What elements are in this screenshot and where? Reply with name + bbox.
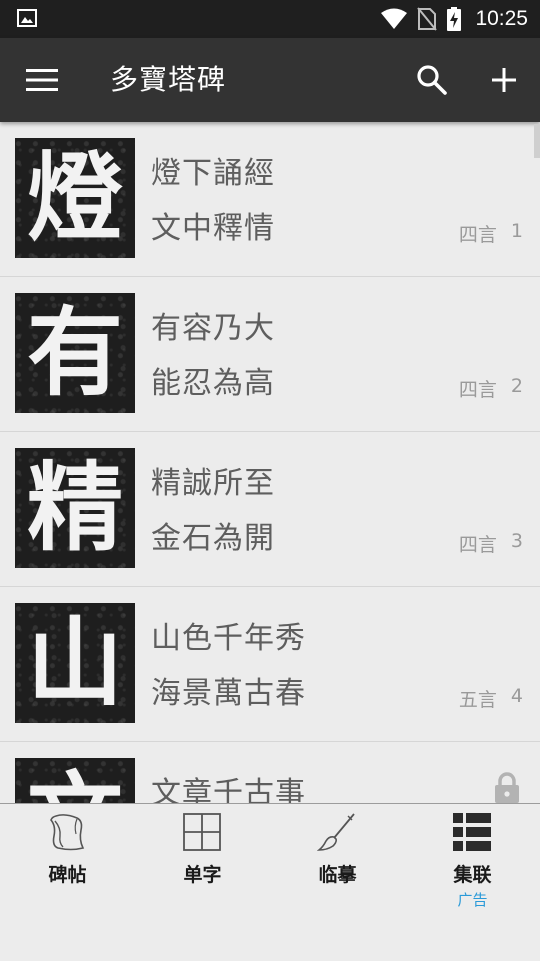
item-index: 4: [510, 685, 523, 707]
item-meta: 四言 1: [459, 220, 523, 247]
menu-icon[interactable]: [26, 67, 58, 93]
list-item[interactable]: 精 精誠所至 金石為開 四言 3: [0, 432, 540, 587]
couplet-line-2: 文中釋情: [151, 211, 275, 246]
couplet-line-1: 精誠所至: [151, 466, 275, 501]
brush-icon: [317, 813, 355, 851]
list-item-locked[interactable]: 文 文章千古事: [0, 742, 540, 804]
item-index: 2: [510, 375, 523, 397]
tab-label: 碑帖: [48, 864, 87, 886]
grid-icon: [183, 813, 221, 851]
calligraphy-thumbnail: 燈: [15, 138, 135, 258]
list-item[interactable]: 有 有容乃大 能忍為高 四言 2: [0, 277, 540, 432]
app-bar: 多寶塔碑: [0, 38, 540, 122]
thumbnail-glyph: 燈: [27, 141, 123, 254]
item-index: 3: [510, 530, 523, 552]
item-index: 1: [510, 220, 523, 242]
list-grid-icon: [453, 813, 491, 851]
list-item[interactable]: 山 山色千年秀 海景萬古春 五言 4: [0, 587, 540, 742]
couplet-line-1: 山色千年秀: [151, 621, 306, 656]
verse-type: 五言: [458, 689, 497, 711]
battery-charging-icon: [447, 7, 462, 31]
couplet-line-1: 燈下誦經: [151, 156, 275, 191]
calligraphy-thumbnail: 有: [15, 293, 135, 413]
couplet-line-1: 有容乃大: [151, 311, 275, 346]
couplet-line-2: 能忍為高: [151, 366, 275, 401]
calligraphy-thumbnail: 山: [15, 603, 135, 723]
tab-label: 单字: [183, 864, 222, 886]
wifi-icon: [381, 8, 408, 29]
ad-badge: 广告: [457, 891, 488, 909]
no-sim-icon: [417, 7, 438, 31]
calligraphy-thumbnail: 文: [15, 758, 135, 804]
search-icon[interactable]: [416, 64, 448, 96]
scroll-icon: [50, 814, 85, 851]
list-item[interactable]: 燈 燈下誦經 文中釋情 四言 1: [0, 122, 540, 277]
lock-icon: [495, 772, 519, 803]
thumbnail-glyph: 山: [27, 606, 123, 719]
couplet-line-2: 海景萬古春: [151, 676, 306, 711]
couplet-line-1: 文章千古事: [151, 776, 306, 804]
image-notification-icon: [17, 9, 37, 27]
couplet-list[interactable]: 燈 燈下誦經 文中釋情 四言 1 有 有容乃大 能忍為高 四言 2 精 精誠所至…: [0, 122, 540, 804]
add-icon[interactable]: [488, 64, 520, 96]
verse-type: 四言: [458, 534, 497, 556]
thumbnail-glyph: 有: [27, 296, 123, 409]
thumbnail-glyph: 文: [15, 758, 135, 804]
tab-couplets[interactable]: 集联 广告: [405, 804, 540, 961]
item-meta: 五言 4: [459, 685, 523, 712]
tab-stele[interactable]: 碑帖: [0, 804, 135, 961]
item-meta: 四言 3: [459, 530, 523, 557]
couplet-line-2: 金石為開: [151, 521, 275, 556]
page-title: 多寶塔碑: [110, 63, 227, 96]
verse-type: 四言: [458, 224, 497, 246]
tab-copy[interactable]: 临摹: [270, 804, 405, 961]
status-bar: 10:25: [0, 0, 540, 38]
tab-label: 集联: [453, 864, 492, 886]
calligraphy-thumbnail: 精: [15, 448, 135, 568]
verse-type: 四言: [458, 379, 497, 401]
item-meta: 四言 2: [459, 375, 523, 402]
tab-single-character[interactable]: 单字: [135, 804, 270, 961]
thumbnail-glyph: 精: [27, 451, 123, 564]
scrollbar-thumb[interactable]: [534, 124, 540, 158]
tab-label: 临摹: [318, 864, 357, 886]
status-time: 10:25: [475, 7, 528, 30]
bottom-navigation: 碑帖 单字 临摹 集联 广告: [0, 803, 540, 961]
